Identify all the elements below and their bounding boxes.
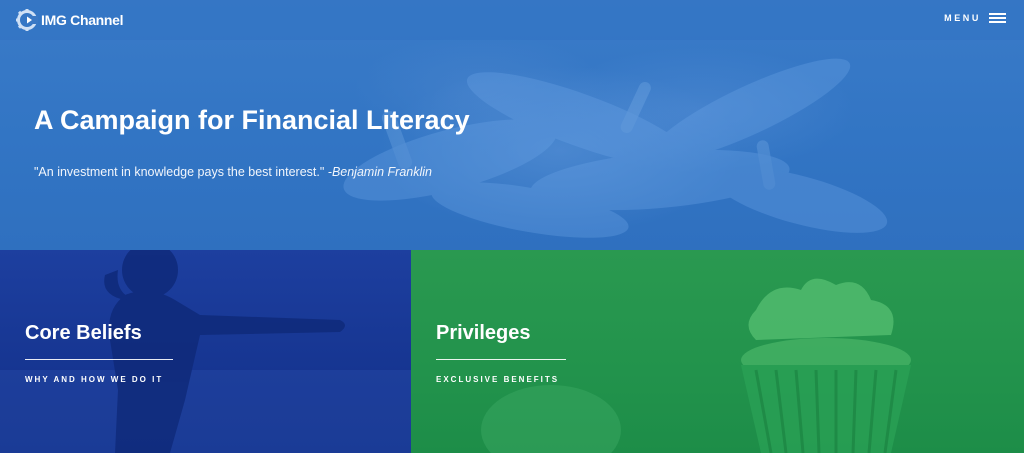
quote-text: "An investment in knowledge pays the bes… xyxy=(34,165,325,179)
privileges-title: Privileges xyxy=(436,322,531,344)
title-divider xyxy=(436,359,566,360)
quote-author: -Benjamin Franklin xyxy=(327,165,432,179)
hamburger-menu-icon xyxy=(989,13,1006,23)
brand-name: IMG Channel xyxy=(41,12,124,28)
logo-gear-icon xyxy=(16,9,38,31)
hero-title: A Campaign for Financial Literacy xyxy=(34,105,470,135)
menu-label: MENU xyxy=(944,13,981,23)
menu-button[interactable]: MENU xyxy=(944,13,1006,23)
core-beliefs-title: Core Beliefs xyxy=(25,322,142,344)
silhouette-image xyxy=(0,250,411,453)
privileges-subtitle: EXCLUSIVE BENEFITS xyxy=(436,375,560,384)
privileges-panel[interactable]: Privileges EXCLUSIVE BENEFITS xyxy=(411,250,1024,453)
top-navigation-bar: IMG Channel MENU xyxy=(0,0,1024,40)
hero-quote: "An investment in knowledge pays the bes… xyxy=(34,165,432,179)
hero-hands-image xyxy=(343,58,888,238)
hero-banner: IMG Channel MENU A Campaign for Financia… xyxy=(0,0,1024,250)
core-beliefs-panel[interactable]: Core Beliefs WHY AND HOW WE DO IT xyxy=(0,250,411,453)
title-divider xyxy=(25,359,173,360)
cupcake-image xyxy=(481,278,911,453)
brand-logo[interactable]: IMG Channel xyxy=(16,9,124,31)
core-beliefs-subtitle: WHY AND HOW WE DO IT xyxy=(25,375,164,384)
